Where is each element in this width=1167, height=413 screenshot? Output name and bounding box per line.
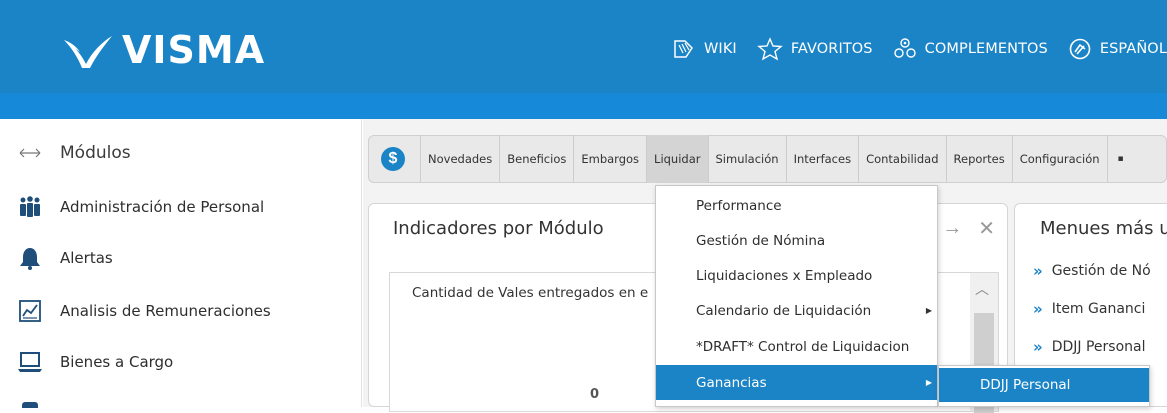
sidebar-item-label: Bienes a Cargo (60, 353, 174, 371)
sidebar-modulos-toggle[interactable]: Módulos (0, 138, 131, 168)
expand-icon[interactable]: → (942, 217, 962, 240)
close-icon[interactable]: ✕ (978, 216, 995, 241)
sidebar-item-administracion[interactable]: Administración de Personal (0, 192, 264, 222)
favoritos-link[interactable]: FAVORITOS (757, 37, 873, 61)
laptop-icon (0, 351, 60, 373)
tab-novedades[interactable]: Novedades (420, 135, 499, 183)
tab-contabilidad[interactable]: Contabilidad (858, 135, 945, 183)
submenu-item-ddjj-personal[interactable]: DDJJ Personal (939, 368, 1149, 402)
liquidar-dropdown: Performance Gestión de Nómina Liquidacio… (655, 185, 938, 407)
sidebar-item-analisis[interactable]: Analisis de Remuneraciones (0, 296, 271, 326)
visma-logo[interactable]: VISMA (62, 30, 265, 70)
sidebar-item-label: Analisis de Remuneraciones (60, 302, 271, 320)
tab-overflow[interactable]: ▪ (1106, 135, 1134, 183)
menu-icon: ▪ (1117, 154, 1124, 164)
double-chevron-icon: » (1033, 300, 1043, 318)
tab-beneficios[interactable]: Beneficios (499, 135, 573, 183)
module-tabbar: $ Novedades Beneficios Embargos Liquidar… (368, 135, 1167, 183)
sidebar-title: Módulos (60, 143, 131, 163)
submenu-arrow-icon: ▶ (925, 378, 932, 387)
double-chevron-icon: » (1033, 338, 1043, 356)
panel-title: Menues más u (1040, 218, 1167, 239)
menu-link-label: DDJJ Personal (1051, 339, 1146, 355)
menu-item-ganancias[interactable]: Ganancias ▶ (656, 365, 937, 400)
menu-item-label: Ganancias (696, 374, 767, 391)
menu-item-calendario[interactable]: Calendario de Liquidación ▶ (656, 293, 937, 328)
bell-icon (0, 246, 60, 270)
tab-embargos[interactable]: Embargos (573, 135, 646, 183)
wiki-icon (674, 40, 693, 58)
wiki-link[interactable]: WIKI (672, 38, 737, 60)
menu-item-gestion-nomina[interactable]: Gestión de Nómina (656, 223, 937, 258)
complementos-label: COMPLEMENTOS (924, 41, 1048, 57)
sidebar-item-bienes[interactable]: Bienes a Cargo (0, 347, 173, 377)
logo-text: VISMA (122, 28, 266, 72)
language-link[interactable]: ESPAÑOL (1068, 37, 1167, 61)
people-icon (0, 196, 60, 218)
wiki-label: WIKI (704, 41, 737, 57)
panel-title: Indicadores por Módulo (393, 218, 604, 239)
tab-configuracion[interactable]: Configuración (1011, 135, 1107, 183)
menu-item-label: Gestión de Nómina (696, 232, 826, 249)
menu-item-liquidaciones-empleado[interactable]: Liquidaciones x Empleado (656, 258, 937, 293)
sidebar: Módulos Administración de Personal Alert… (0, 119, 362, 408)
ganancias-submenu: DDJJ Personal (938, 365, 1150, 407)
favoritos-label: FAVORITOS (790, 41, 873, 57)
sidebar-item-label: Alertas (60, 249, 113, 267)
double-chevron-icon: » (1033, 262, 1043, 280)
menu-link-label: Gestión de Nó (1051, 263, 1151, 279)
submenu-arrow-icon: ▶ (925, 306, 932, 315)
tab-liquidar[interactable]: Liquidar (646, 135, 708, 183)
menu-link[interactable]: » DDJJ Personal (1033, 338, 1146, 356)
menu-item-label: *DRAFT* Control de Liquidacion (696, 338, 910, 355)
chevron-up-icon[interactable]: ︿ (975, 279, 989, 299)
menu-link[interactable]: » Item Gananci (1033, 300, 1145, 318)
tab-simulacion[interactable]: Simulación (707, 135, 786, 183)
tab-reportes[interactable]: Reportes (945, 135, 1012, 183)
puzzle-icon (893, 38, 916, 58)
menu-item-label: Calendario de Liquidación (696, 302, 872, 319)
top-navigation: WIKI FAVORITOS COMPLEMENTOS ESPAÑOL (652, 35, 1167, 63)
sidebar-item-alertas[interactable]: Alertas (0, 243, 113, 273)
star-icon (757, 37, 783, 61)
expand-arrows-icon (0, 147, 60, 159)
dollar-icon[interactable]: $ (381, 147, 405, 171)
complementos-link[interactable]: COMPLEMENTOS (893, 37, 1048, 61)
chart-value: 0 (590, 387, 600, 402)
chart-icon (0, 300, 60, 322)
menu-item-label: Performance (696, 197, 782, 214)
menu-link[interactable]: » Gestión de Nó (1033, 262, 1151, 280)
menu-item-label: Liquidaciones x Empleado (696, 267, 873, 284)
language-label: ESPAÑOL (1099, 41, 1167, 57)
header-subbar (0, 93, 1167, 119)
visma-logo-mark-icon (64, 36, 112, 68)
chart-title: Cantidad de Vales entregados en e (412, 285, 649, 301)
sidebar-item-label: Administración de Personal (60, 198, 265, 216)
menu-item-performance[interactable]: Performance (656, 188, 937, 223)
sidebar-next-item-icon (22, 402, 38, 408)
menu-item-draft-control[interactable]: *DRAFT* Control de Liquidacion (656, 329, 937, 364)
language-icon (1069, 38, 1091, 60)
tab-interfaces[interactable]: Interfaces (785, 135, 858, 183)
submenu-item-label: DDJJ Personal (980, 377, 1071, 393)
menu-link-label: Item Gananci (1051, 301, 1146, 317)
